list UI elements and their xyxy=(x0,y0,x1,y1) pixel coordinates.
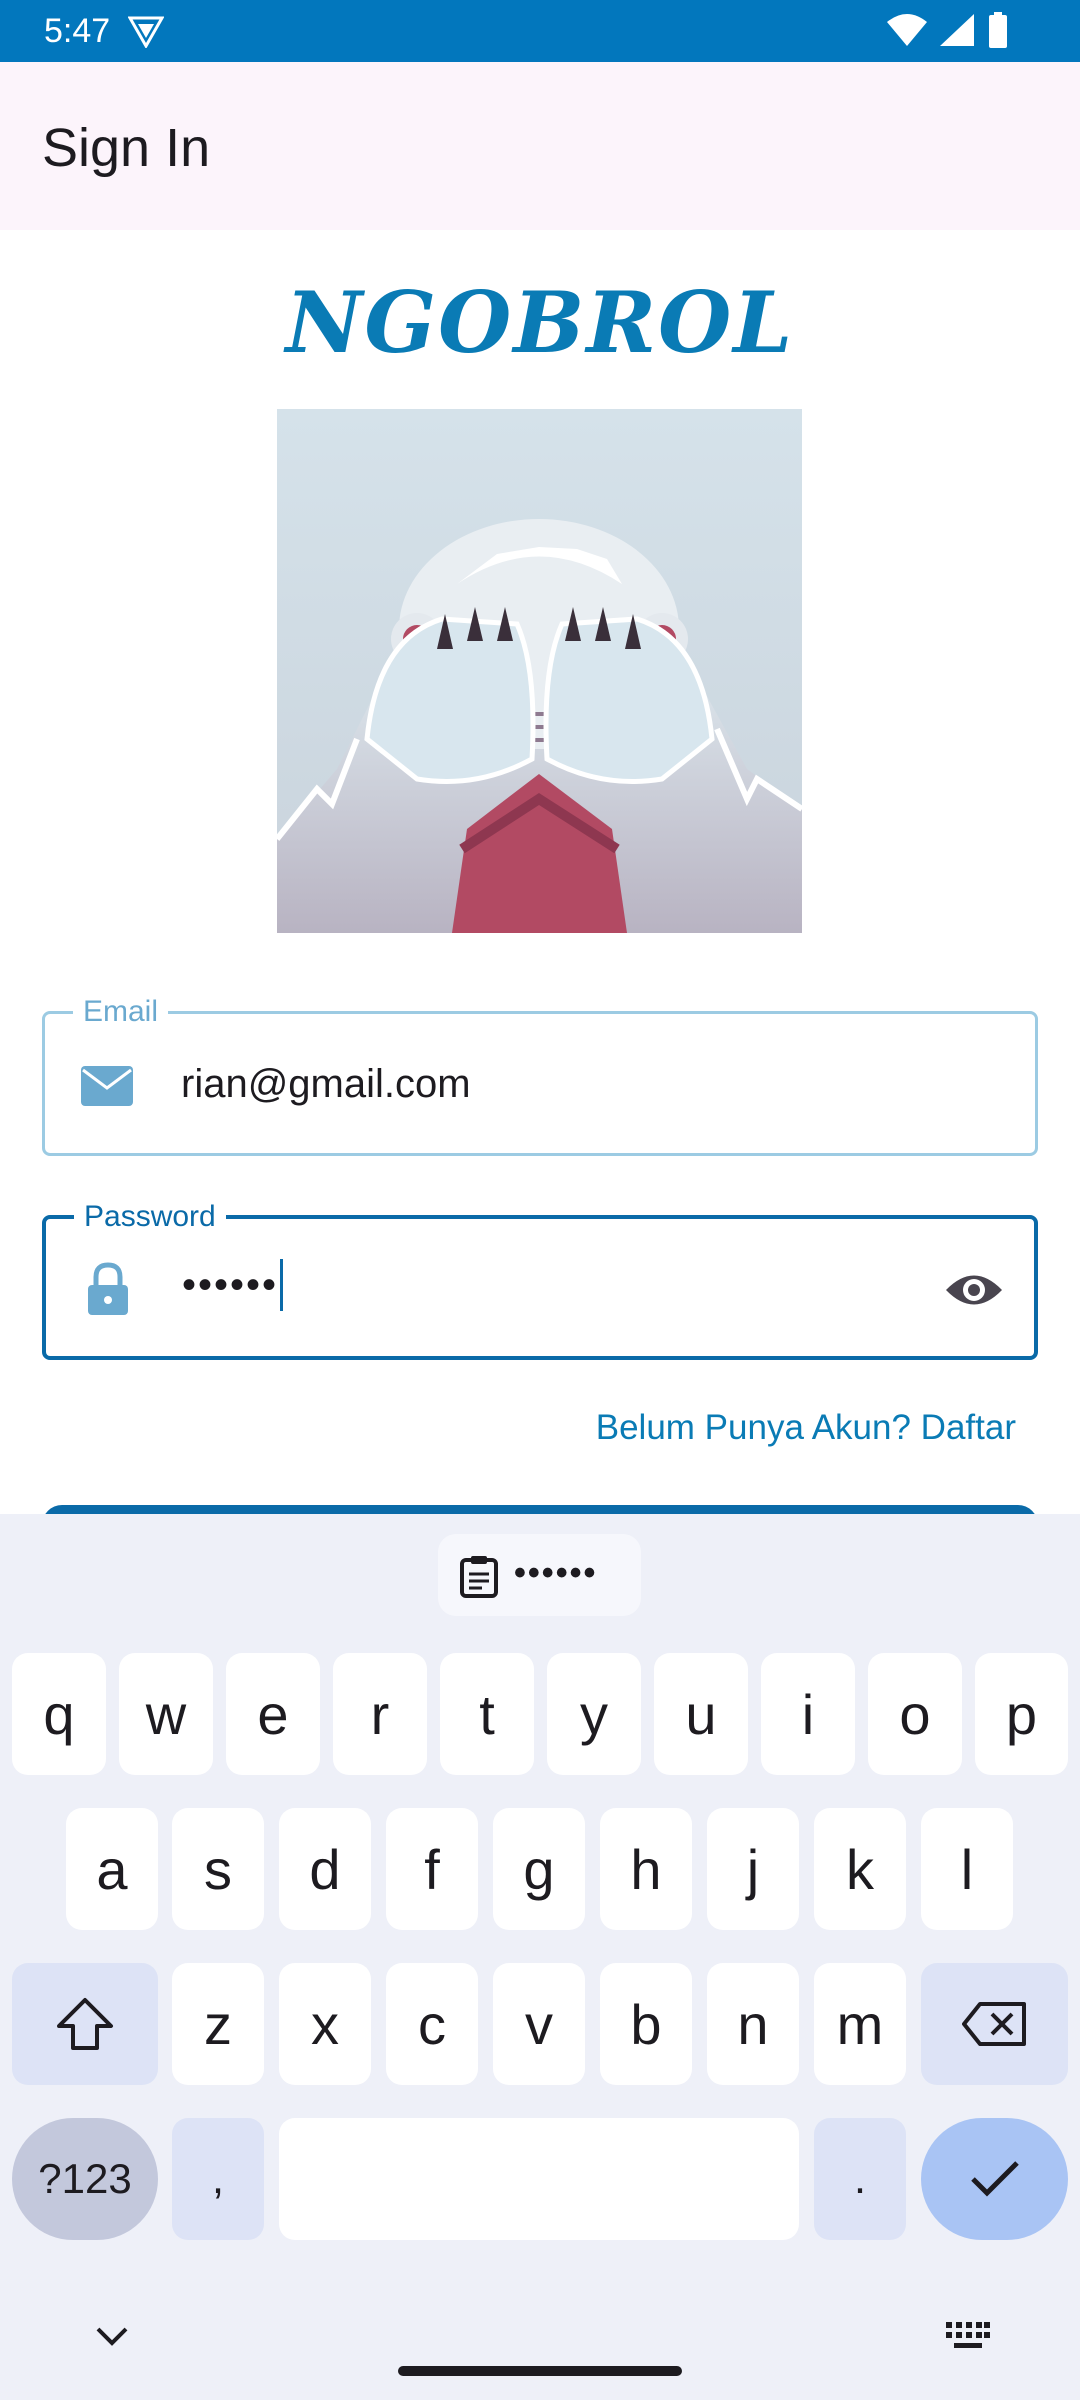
key-v[interactable]: v xyxy=(493,1963,585,2085)
show-password-icon[interactable] xyxy=(944,1265,1004,1315)
password-label: Password xyxy=(74,1197,226,1237)
key-o[interactable]: o xyxy=(868,1653,962,1775)
text-caret xyxy=(280,1259,284,1311)
gesture-nav-bar[interactable] xyxy=(398,2366,682,2376)
status-bar: 5:47 xyxy=(0,0,1080,62)
clipboard-icon xyxy=(460,1556,498,1598)
key-b[interactable]: b xyxy=(600,1963,692,2085)
keyboard-switcher-icon[interactable] xyxy=(946,2322,990,2352)
key-k[interactable]: k xyxy=(814,1808,906,1930)
key-g[interactable]: g xyxy=(493,1808,585,1930)
top-app-bar: Sign In xyxy=(0,62,1080,230)
lock-icon xyxy=(88,1262,128,1315)
password-field[interactable]: Password •••••• xyxy=(42,1197,1038,1360)
key-n[interactable]: n xyxy=(707,1963,799,2085)
key-e[interactable]: e xyxy=(226,1653,320,1775)
cellular-signal-icon xyxy=(940,14,974,46)
email-label: Email xyxy=(73,992,169,1032)
key-m[interactable]: m xyxy=(814,1963,906,2085)
battery-icon xyxy=(989,12,1007,48)
key-i[interactable]: i xyxy=(761,1653,855,1775)
key-p[interactable]: p xyxy=(975,1653,1068,1775)
comma-key[interactable]: , xyxy=(172,2118,264,2240)
status-time: 5:47 xyxy=(44,12,111,50)
key-t[interactable]: t xyxy=(440,1653,534,1775)
backspace-key[interactable] xyxy=(921,1963,1068,2085)
email-icon xyxy=(81,1066,133,1106)
key-r[interactable]: r xyxy=(333,1653,427,1775)
key-a[interactable]: a xyxy=(66,1808,158,1930)
key-x[interactable]: x xyxy=(279,1963,371,2085)
email-field[interactable]: Email rian@gmail.com xyxy=(42,992,1038,1156)
key-h[interactable]: h xyxy=(600,1808,692,1930)
key-s[interactable]: s xyxy=(172,1808,264,1930)
key-u[interactable]: u xyxy=(654,1653,748,1775)
spacebar[interactable] xyxy=(279,2118,799,2240)
hide-keyboard-chevron-icon[interactable] xyxy=(92,2321,132,2351)
wifi-icon xyxy=(887,14,927,46)
key-w[interactable]: w xyxy=(119,1653,213,1775)
password-input[interactable]: •••••• xyxy=(182,1259,284,1311)
vpn-shield-icon xyxy=(128,16,164,48)
password-value: •••••• xyxy=(182,1263,279,1307)
clipboard-suggestion-chip[interactable]: •••••• xyxy=(438,1534,641,1616)
symbols-key[interactable]: ?123 xyxy=(12,2118,158,2240)
sign-in-screen: 5:47 Sign In NGOBROL Email rian@gmail.co… xyxy=(0,0,1080,2400)
key-z[interactable]: z xyxy=(172,1963,264,2085)
signup-link[interactable]: Belum Punya Akun? Daftar xyxy=(596,1404,1016,1452)
shift-icon xyxy=(57,1998,113,2050)
email-input[interactable]: rian@gmail.com xyxy=(181,1058,471,1110)
key-l[interactable]: l xyxy=(921,1808,1013,1930)
checkmark-icon xyxy=(970,2161,1019,2197)
backspace-icon xyxy=(961,2002,1026,2046)
key-q[interactable]: q xyxy=(12,1653,106,1775)
key-y[interactable]: y xyxy=(547,1653,641,1775)
key-j[interactable]: j xyxy=(707,1808,799,1930)
clipboard-suggestion-text: •••••• xyxy=(514,1554,598,1592)
polar-bear-illustration xyxy=(277,409,802,933)
shift-key[interactable] xyxy=(12,1963,158,2085)
key-c[interactable]: c xyxy=(386,1963,478,2085)
period-key[interactable]: . xyxy=(814,2118,906,2240)
key-d[interactable]: d xyxy=(279,1808,371,1930)
app-logo: NGOBROL xyxy=(285,273,795,372)
enter-key[interactable] xyxy=(921,2118,1068,2240)
key-f[interactable]: f xyxy=(386,1808,478,1930)
page-title: Sign In xyxy=(42,118,211,178)
soft-keyboard: •••••• q w e r t y u i o p a s d f g h j… xyxy=(0,1514,1080,2400)
